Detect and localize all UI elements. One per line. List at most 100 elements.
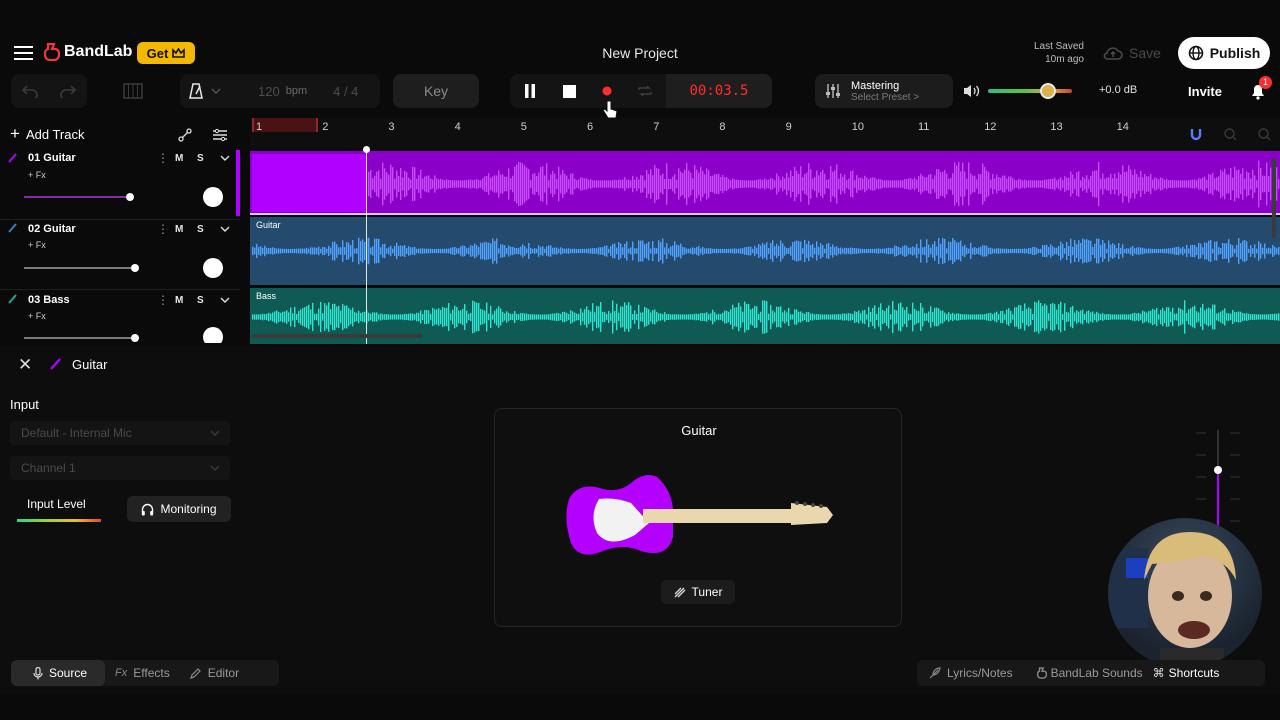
input-device-select[interactable]: Default - Internal Mic xyxy=(10,421,230,445)
master-volume-knob[interactable] xyxy=(1040,83,1057,99)
tempo-field[interactable]: 120 bpm xyxy=(258,84,307,99)
project-title[interactable]: New Project xyxy=(540,45,740,61)
waveform-bar xyxy=(1176,180,1178,188)
waveform-bar xyxy=(926,177,928,191)
track-2-chevron-down-icon[interactable] xyxy=(220,226,230,232)
track-header-2[interactable]: 02 Guitar + Fx ⋮ M S xyxy=(0,220,240,290)
tab-lyrics-notes[interactable]: Lyrics/Notes xyxy=(917,660,1023,686)
track-3-mute-button[interactable]: M xyxy=(175,295,183,306)
waveform-bar xyxy=(674,174,676,194)
horizontal-scrollbar[interactable] xyxy=(252,334,422,338)
waveform-bar xyxy=(940,244,942,258)
track-2-more-icon[interactable]: ⋮ xyxy=(157,222,169,236)
tab-shortcuts[interactable]: ⌘ Shortcuts xyxy=(1147,660,1226,686)
track-1-solo-button[interactable]: S xyxy=(197,153,204,164)
track-3-volume-slider[interactable] xyxy=(24,337,136,339)
save-button[interactable]: Save xyxy=(1096,39,1168,67)
keyboard-toggle[interactable] xyxy=(116,74,150,108)
track-1-pan-knob[interactable] xyxy=(203,187,223,207)
tuner-icon xyxy=(674,587,686,598)
track-3-name[interactable]: 03 Bass xyxy=(28,294,70,306)
track-header-1[interactable]: 01 Guitar + Fx ⋮ M S xyxy=(0,150,240,220)
bandlab-logo[interactable]: BandLab xyxy=(44,43,132,61)
output-fader[interactable] xyxy=(1196,430,1240,530)
track-3-volume-thumb[interactable] xyxy=(131,334,139,342)
stop-button[interactable] xyxy=(550,74,588,108)
track-2-volume-thumb[interactable] xyxy=(131,264,139,272)
waveform-bar xyxy=(930,306,932,328)
track-settings-icon[interactable] xyxy=(212,127,228,143)
track-1-name[interactable]: 01 Guitar xyxy=(28,152,76,164)
track-1-fx-button[interactable]: + Fx xyxy=(28,170,46,180)
monitoring-button[interactable]: Monitoring xyxy=(127,496,231,522)
vertical-scrollbar[interactable] xyxy=(1272,158,1276,238)
notifications-button[interactable]: 1 xyxy=(1248,76,1272,102)
waveform-bar xyxy=(448,180,450,188)
track-lane-1[interactable] xyxy=(250,151,1280,215)
track-2-fx-button[interactable]: + Fx xyxy=(28,240,46,250)
track-3-more-icon[interactable]: ⋮ xyxy=(157,293,169,307)
menu-button[interactable] xyxy=(14,44,34,62)
publish-button[interactable]: Publish xyxy=(1178,37,1270,69)
waveform-bar xyxy=(1222,242,1224,260)
track-lane-2[interactable]: Guitar xyxy=(250,217,1280,285)
add-track-button[interactable]: + Add Track xyxy=(10,124,84,144)
tab-bandlab-sounds[interactable]: BandLab Sounds xyxy=(1023,660,1147,686)
track-header-3[interactable]: 03 Bass + Fx ⋮ M S xyxy=(0,291,240,343)
waveform-bar xyxy=(582,177,584,191)
playhead[interactable] xyxy=(366,148,367,344)
track-2-volume-slider[interactable] xyxy=(24,267,136,269)
zoom-in-icon[interactable] xyxy=(1258,128,1271,141)
waveform-bar xyxy=(886,180,888,188)
track-1-volume-thumb[interactable] xyxy=(126,193,134,201)
mastering-button[interactable]: Mastering Select Preset > xyxy=(815,74,953,108)
speaker-icon[interactable] xyxy=(963,84,981,98)
tab-source[interactable]: Source xyxy=(11,660,106,686)
track-3-pan-knob[interactable] xyxy=(203,327,223,343)
waveform-bar xyxy=(1028,307,1030,327)
waveform-bar xyxy=(324,247,326,255)
timeline-ruler[interactable]: 1 2 3 4 5 6 7 8 9 10 11 12 13 14 xyxy=(250,118,1280,148)
waveform-bar xyxy=(464,304,466,330)
track-2-solo-button[interactable]: S xyxy=(197,224,204,235)
tab-effects[interactable]: Fx Effects xyxy=(105,660,180,686)
invite-button[interactable]: Invite xyxy=(1180,78,1230,104)
track-1-volume-slider[interactable] xyxy=(24,196,130,198)
redo-icon[interactable] xyxy=(60,84,76,98)
undo-icon[interactable] xyxy=(22,84,38,98)
time-display[interactable]: 00:03.5 xyxy=(666,74,772,108)
tab-editor[interactable]: Editor xyxy=(180,660,249,686)
metronome-button[interactable] xyxy=(180,74,230,108)
track-1-chevron-down-icon[interactable] xyxy=(220,155,230,161)
loop-button[interactable] xyxy=(626,74,664,108)
waveform-bar xyxy=(254,314,256,320)
track-1-mute-button[interactable]: M xyxy=(175,153,183,164)
input-channel-select[interactable]: Channel 1 xyxy=(10,456,230,480)
waveform-bar xyxy=(476,179,478,189)
track-3-solo-button[interactable]: S xyxy=(197,295,204,306)
waveform-bar xyxy=(432,248,434,254)
recorded-region[interactable] xyxy=(252,154,366,212)
get-membership-button[interactable]: Get xyxy=(137,42,195,64)
tuner-button[interactable]: Tuner xyxy=(661,580,735,604)
track-2-mute-button[interactable]: M xyxy=(175,224,183,235)
master-volume-slider[interactable] xyxy=(988,83,1072,99)
waveform-bar xyxy=(482,309,484,325)
track-3-fx-button[interactable]: + Fx xyxy=(28,311,46,321)
zoom-out-icon[interactable] xyxy=(1224,128,1237,141)
key-button[interactable]: Key xyxy=(393,74,479,108)
track-3-chevron-down-icon[interactable] xyxy=(220,297,230,303)
track-2-pan-knob[interactable] xyxy=(203,258,223,278)
pause-button[interactable] xyxy=(510,74,550,108)
waveform-bar xyxy=(1266,248,1268,254)
track-2-name[interactable]: 02 Guitar xyxy=(28,223,76,235)
automation-icon[interactable] xyxy=(178,128,192,142)
waveform-bar xyxy=(448,248,450,254)
waveform-bar xyxy=(1220,169,1222,199)
playhead-marker[interactable] xyxy=(363,146,370,153)
track-1-more-icon[interactable]: ⋮ xyxy=(157,151,169,165)
magnet-icon[interactable] xyxy=(1190,128,1202,142)
close-editor-icon[interactable]: ✕ xyxy=(18,355,32,375)
time-signature[interactable]: 4 / 4 xyxy=(333,84,358,99)
waveform-bar xyxy=(1238,169,1240,199)
